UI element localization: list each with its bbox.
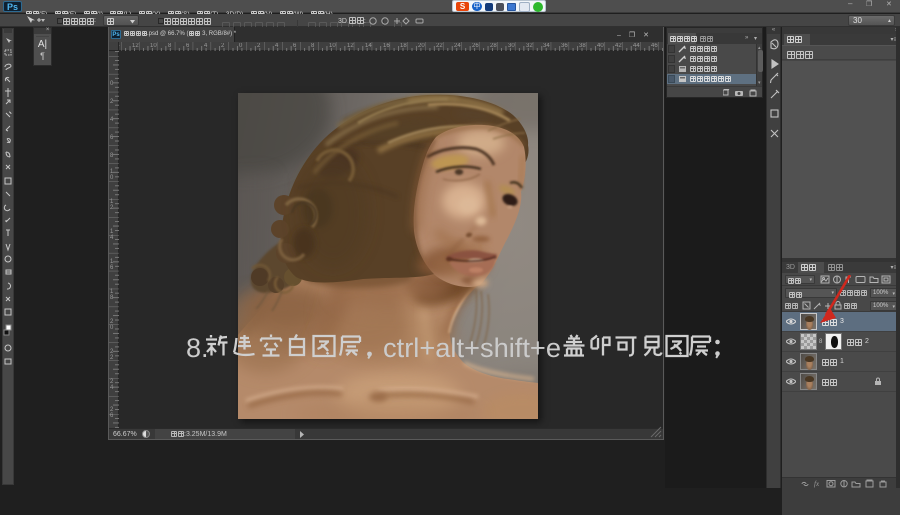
svg-text:ctrl+alt+shift+e: ctrl+alt+shift+e [383,333,561,362]
svg-text:8.: 8. [186,333,209,362]
svg-text:fx: fx [814,480,820,488]
